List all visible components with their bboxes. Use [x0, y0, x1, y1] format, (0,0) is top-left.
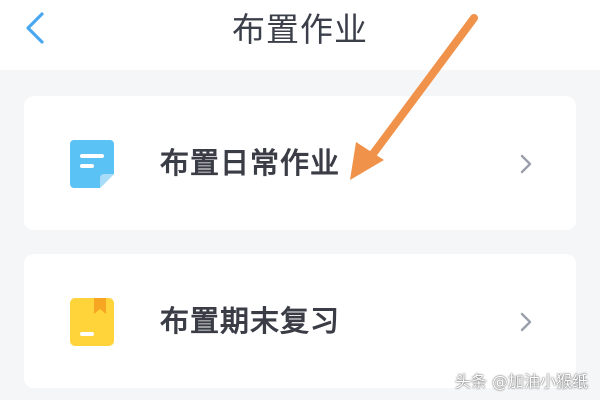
book-icon: [70, 298, 114, 346]
menu-item-label: 布置期末复习: [160, 304, 341, 338]
header-bar: 布置作业: [0, 0, 600, 70]
menu-item-label: 布置日常作业: [160, 146, 341, 180]
note-icon: [70, 140, 114, 188]
page-title: 布置作业: [232, 10, 368, 49]
chevron-right-icon: [520, 312, 532, 332]
chevron-right-icon: [520, 154, 532, 174]
watermark-text: 头条 @加油小猴纸: [454, 372, 588, 391]
menu-item-daily-homework[interactable]: 布置日常作业: [24, 96, 576, 230]
